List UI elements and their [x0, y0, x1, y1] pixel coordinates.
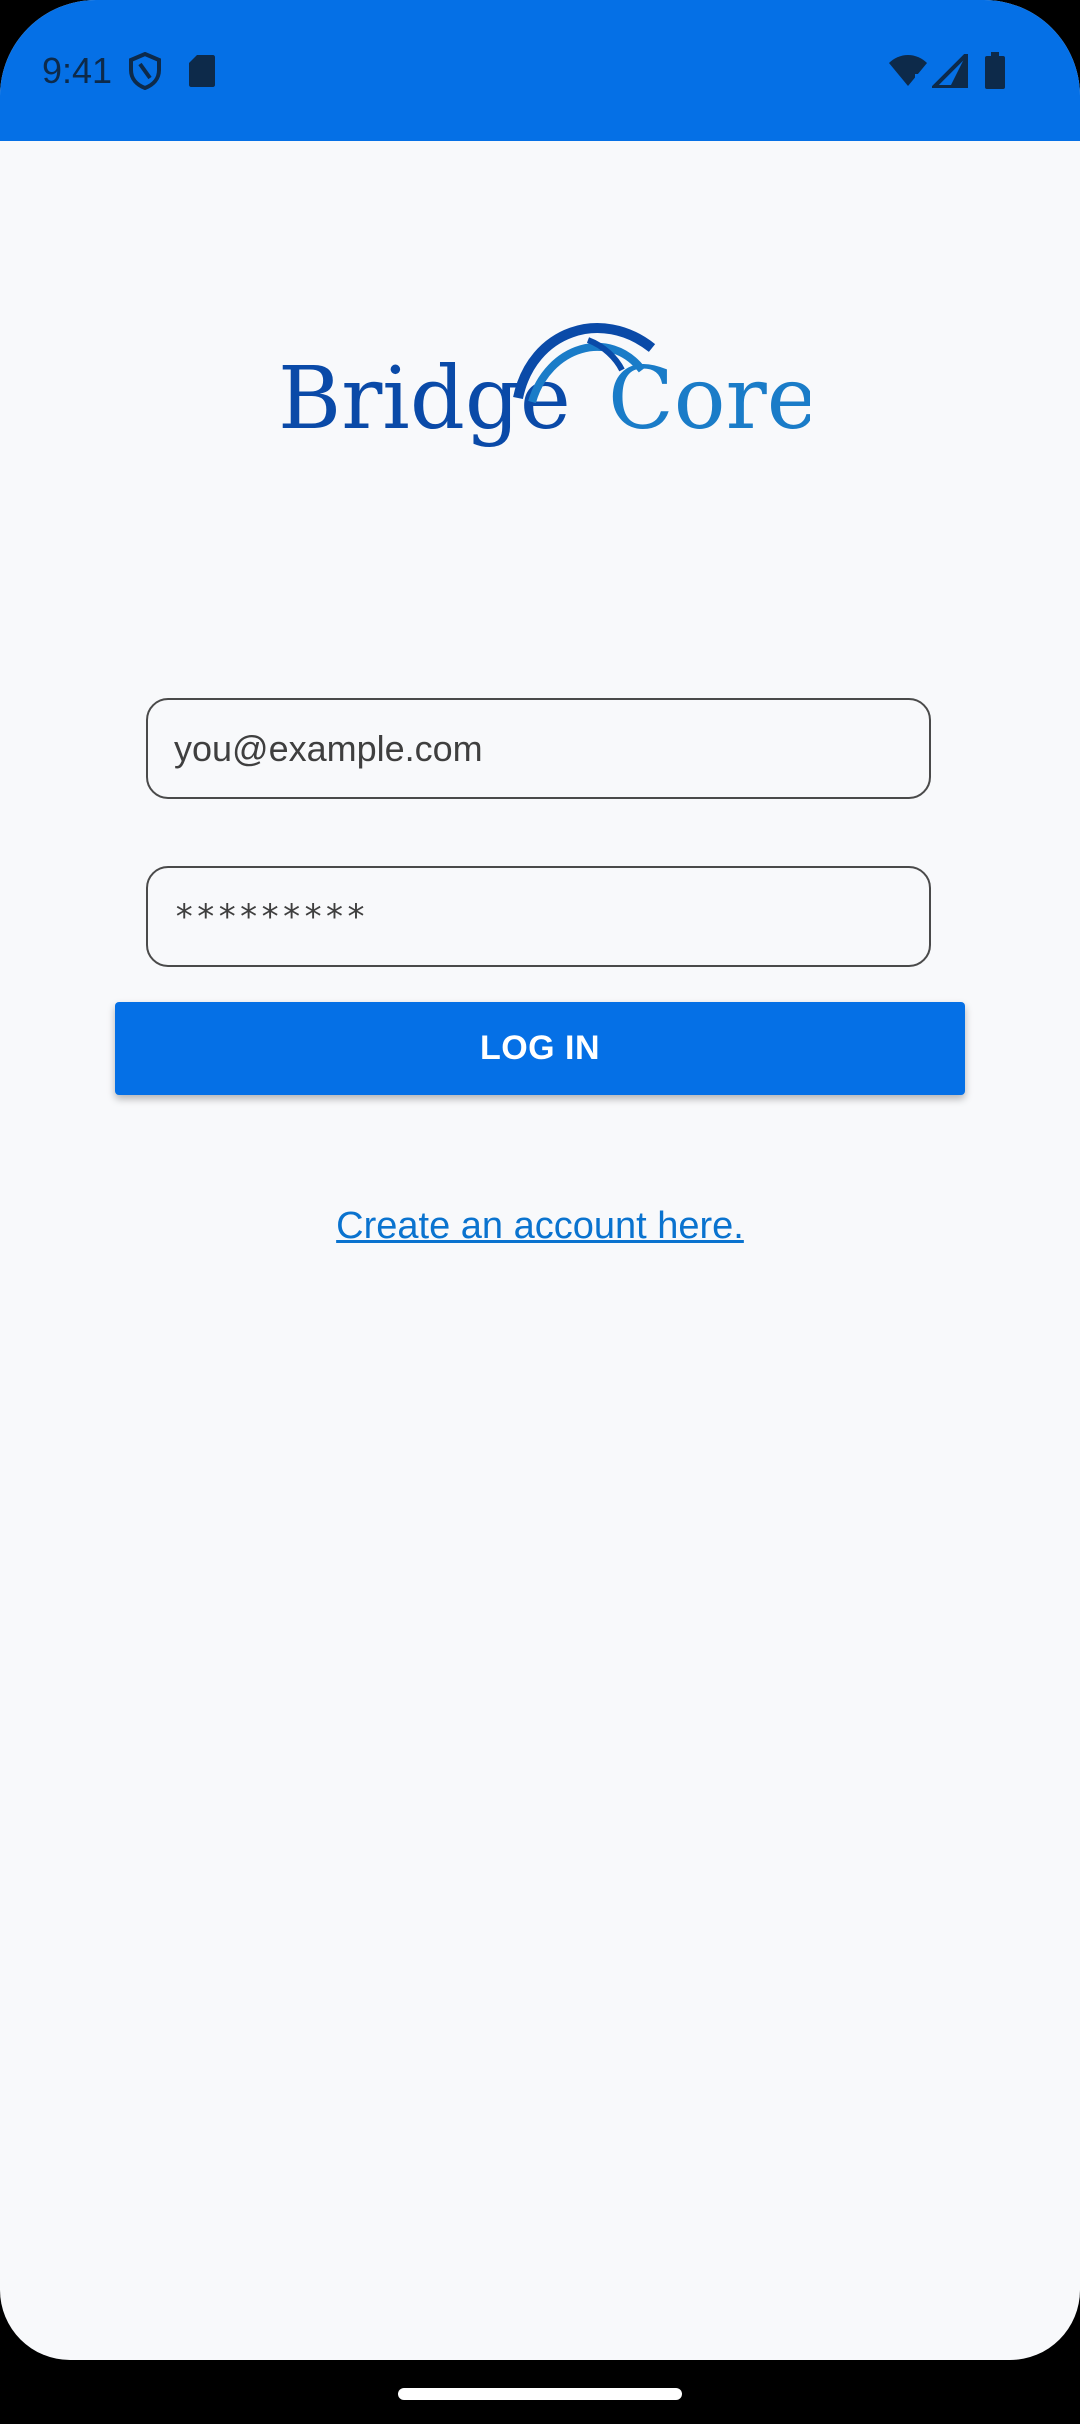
battery-icon — [984, 52, 1006, 95]
app-screen: 9:41 Bridge Core you@example.com *******… — [0, 0, 1080, 2360]
signal-icon — [929, 50, 968, 93]
status-bar: 9:41 — [0, 0, 1080, 141]
password-field[interactable]: ********* — [146, 866, 931, 967]
email-placeholder: you@example.com — [174, 727, 483, 769]
wifi-icon — [888, 54, 928, 93]
bridgecore-logo: Bridge Core — [270, 310, 818, 450]
password-value: ********* — [174, 896, 368, 937]
create-account-link[interactable]: Create an account here. — [0, 1205, 1080, 1248]
login-button[interactable]: LOG IN — [115, 1002, 965, 1095]
login-button-label: LOG IN — [479, 1029, 601, 1067]
status-time: 9:41 — [42, 50, 113, 91]
sd-card-icon — [188, 54, 216, 93]
home-indicator[interactable] — [398, 2388, 682, 2400]
email-field[interactable]: you@example.com — [146, 698, 931, 799]
shield-icon — [128, 51, 162, 95]
